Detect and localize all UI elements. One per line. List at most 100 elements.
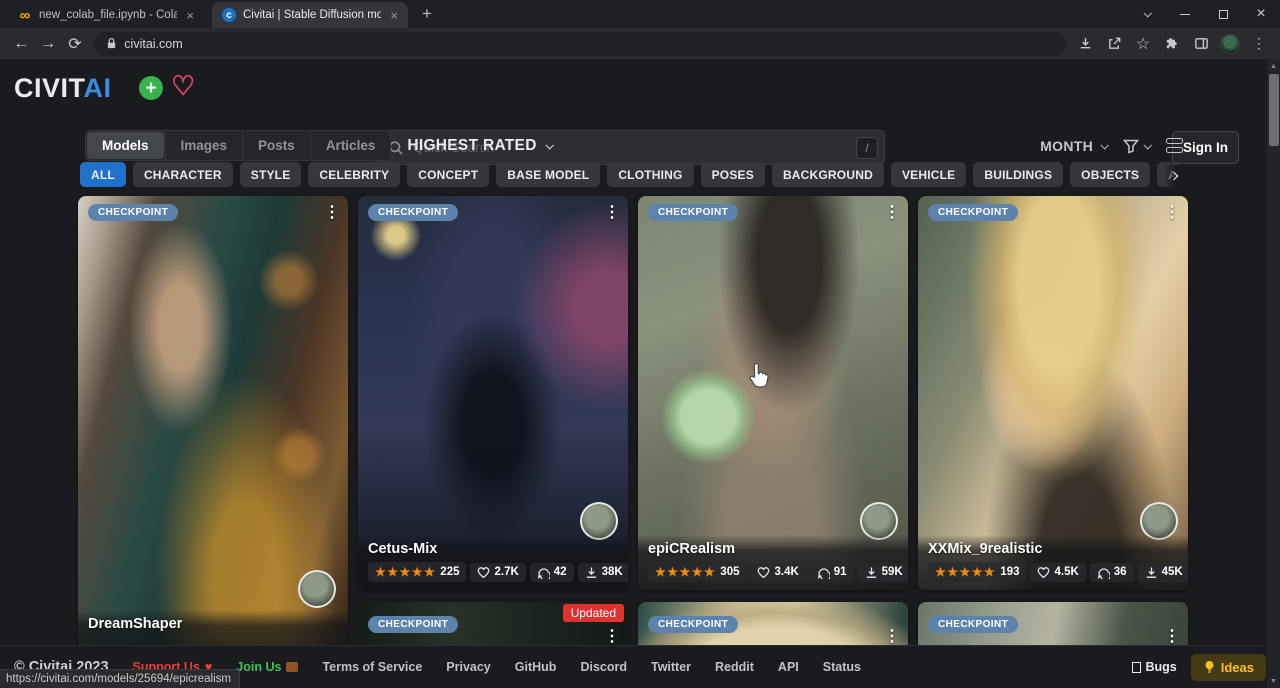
category-pill[interactable]: CONCEPT: [407, 162, 489, 187]
model-card-xxmix-9realistic[interactable]: CHECKPOINT ⋮ XXMix_9realistic ★★★★★193 4…: [918, 196, 1188, 590]
comments-pill[interactable]: 36: [1090, 563, 1134, 582]
tab-close-icon[interactable]: ×: [184, 8, 196, 23]
footer-link-github[interactable]: GitHub: [515, 660, 557, 674]
creator-avatar[interactable]: [298, 570, 336, 608]
downloads-pill[interactable]: 45K: [1138, 563, 1188, 582]
category-pill[interactable]: STYLE: [240, 162, 302, 187]
model-card-epicrealism[interactable]: CHECKPOINT ⋮ epiCRealism ★★★★★305 3.4K 9…: [638, 196, 908, 590]
ideas-button[interactable]: Ideas: [1191, 654, 1266, 681]
period-dropdown[interactable]: MONTH: [1040, 138, 1107, 154]
likes-pill[interactable]: 2.7K: [470, 563, 525, 582]
category-pill[interactable]: CLOTHING: [607, 162, 693, 187]
page-scrollbar[interactable]: ▲ ▼: [1267, 59, 1280, 688]
favorites-heart-icon[interactable]: ♡: [171, 71, 195, 102]
downloads-pill[interactable]: 59K: [858, 563, 908, 582]
card-menu-kebab-icon[interactable]: ⋮: [884, 626, 900, 646]
star-rating-icon: ★★★★★: [655, 565, 716, 579]
footer-link-discord[interactable]: Discord: [580, 660, 627, 674]
footer-link-privacy[interactable]: Privacy: [446, 660, 490, 674]
footer-link-twitter[interactable]: Twitter: [651, 660, 691, 674]
rating-pill: ★★★★★225: [368, 562, 466, 582]
address-bar[interactable]: civitai.com: [94, 32, 1066, 56]
category-pill[interactable]: BASE MODEL: [496, 162, 600, 187]
card-menu-kebab-icon[interactable]: ⋮: [604, 202, 620, 222]
bug-icon: [1132, 662, 1141, 673]
footer-link-api[interactable]: API: [778, 660, 799, 674]
side-panel-icon[interactable]: [1188, 31, 1214, 57]
category-pill[interactable]: POSES: [701, 162, 765, 187]
card-menu-kebab-icon[interactable]: ⋮: [1164, 202, 1180, 222]
scroll-down-icon[interactable]: ▼: [1267, 674, 1280, 688]
tab-images[interactable]: Images: [165, 131, 243, 160]
model-card-cetus-mix[interactable]: CHECKPOINT ⋮ Cetus-Mix ★★★★★225 2.7K 42 …: [358, 196, 628, 590]
status-url-bubble: https://civitai.com/models/25694/epicrea…: [0, 669, 240, 688]
likes-pill[interactable]: 3.4K: [750, 563, 805, 582]
footer-link-status[interactable]: Status: [823, 660, 861, 674]
browser-menu-kebab-icon[interactable]: ⋮: [1246, 31, 1272, 57]
sort-dropdown[interactable]: HIGHEST RATED: [407, 137, 551, 155]
filter-funnel-button[interactable]: [1123, 138, 1150, 154]
toolbar-icons: ☆ ⋮: [1072, 31, 1272, 57]
back-icon[interactable]: ←: [8, 35, 35, 53]
lock-icon: [106, 37, 117, 50]
footer-link-reddit[interactable]: Reddit: [715, 660, 754, 674]
profile-avatar[interactable]: [1217, 31, 1243, 57]
card-menu-kebab-icon[interactable]: ⋮: [884, 202, 900, 222]
tab-civitai[interactable]: c Civitai | Stable Diffusion models, ×: [212, 2, 408, 28]
tab-posts[interactable]: Posts: [242, 131, 310, 160]
logo-civit: CIVIT: [14, 73, 84, 103]
tab-articles[interactable]: Articles: [310, 131, 391, 160]
bugs-button[interactable]: Bugs: [1132, 660, 1177, 674]
download-icon: [585, 566, 598, 579]
category-pill[interactable]: CHARACTER: [133, 162, 233, 187]
model-type-badge: CHECKPOINT: [648, 204, 738, 221]
tab-search-icon[interactable]: [1128, 0, 1166, 28]
extensions-puzzle-icon[interactable]: [1159, 31, 1185, 57]
model-type-badge: CHECKPOINT: [648, 616, 738, 633]
comments-count: 42: [554, 566, 567, 578]
forward-icon[interactable]: →: [35, 35, 62, 53]
star-rating-icon: ★★★★★: [935, 565, 996, 579]
share-icon[interactable]: [1101, 31, 1127, 57]
category-pill[interactable]: ALL: [80, 162, 126, 187]
create-plus-button[interactable]: +: [139, 76, 163, 100]
downloads-pill[interactable]: 38K: [578, 563, 628, 582]
model-title: epiCRealism: [648, 541, 898, 557]
close-button[interactable]: ×: [1242, 0, 1280, 28]
tab-colab[interactable]: ∞ new_colab_file.ipynb - Colaborat ×: [8, 2, 204, 28]
minimize-button[interactable]: [1166, 0, 1204, 28]
logo-ai: AI: [84, 73, 112, 103]
category-pill[interactable]: BACKGROUND: [772, 162, 884, 187]
category-scroll-right-button[interactable]: [1163, 165, 1185, 187]
card-menu-kebab-icon[interactable]: ⋮: [324, 202, 340, 222]
model-card-dreamshaper[interactable]: CHECKPOINT ⋮ DreamShaper: [78, 196, 348, 666]
content-type-tabs: Models Images Posts Articles: [85, 130, 391, 161]
category-pill[interactable]: OBJECTS: [1070, 162, 1150, 187]
likes-count: 4.5K: [1054, 566, 1078, 578]
category-pill[interactable]: BUILDINGS: [973, 162, 1063, 187]
model-type-badge: CHECKPOINT: [928, 616, 1018, 633]
category-pill[interactable]: CELEBRITY: [308, 162, 400, 187]
maximize-button[interactable]: [1204, 0, 1242, 28]
comments-pill[interactable]: 91: [810, 563, 854, 582]
tab-close-icon[interactable]: ×: [388, 8, 400, 23]
layout-toggle-button[interactable]: [1166, 138, 1183, 153]
new-tab-button[interactable]: +: [416, 4, 438, 24]
scroll-up-icon[interactable]: ▲: [1267, 59, 1280, 73]
likes-pill[interactable]: 4.5K: [1030, 563, 1085, 582]
chevron-down-icon: [545, 141, 553, 149]
card-menu-kebab-icon[interactable]: ⋮: [604, 626, 620, 646]
rating-pill: ★★★★★193: [928, 562, 1026, 582]
bookmark-star-icon[interactable]: ☆: [1130, 31, 1156, 57]
category-pill[interactable]: VEHICLE: [891, 162, 966, 187]
card-menu-kebab-icon[interactable]: ⋮: [1164, 626, 1180, 646]
footer-link-terms[interactable]: Terms of Service: [322, 660, 422, 674]
reload-icon[interactable]: ⟳: [62, 34, 89, 54]
comments-pill[interactable]: 42: [530, 563, 574, 582]
join-us-link[interactable]: Join Us: [236, 660, 298, 674]
tab-models[interactable]: Models: [87, 132, 164, 159]
civitai-logo[interactable]: CIVITAI: [14, 73, 112, 104]
download-icon[interactable]: [1072, 31, 1098, 57]
scrollbar-thumb[interactable]: [1269, 74, 1279, 146]
model-type-badge: CHECKPOINT: [928, 204, 1018, 221]
